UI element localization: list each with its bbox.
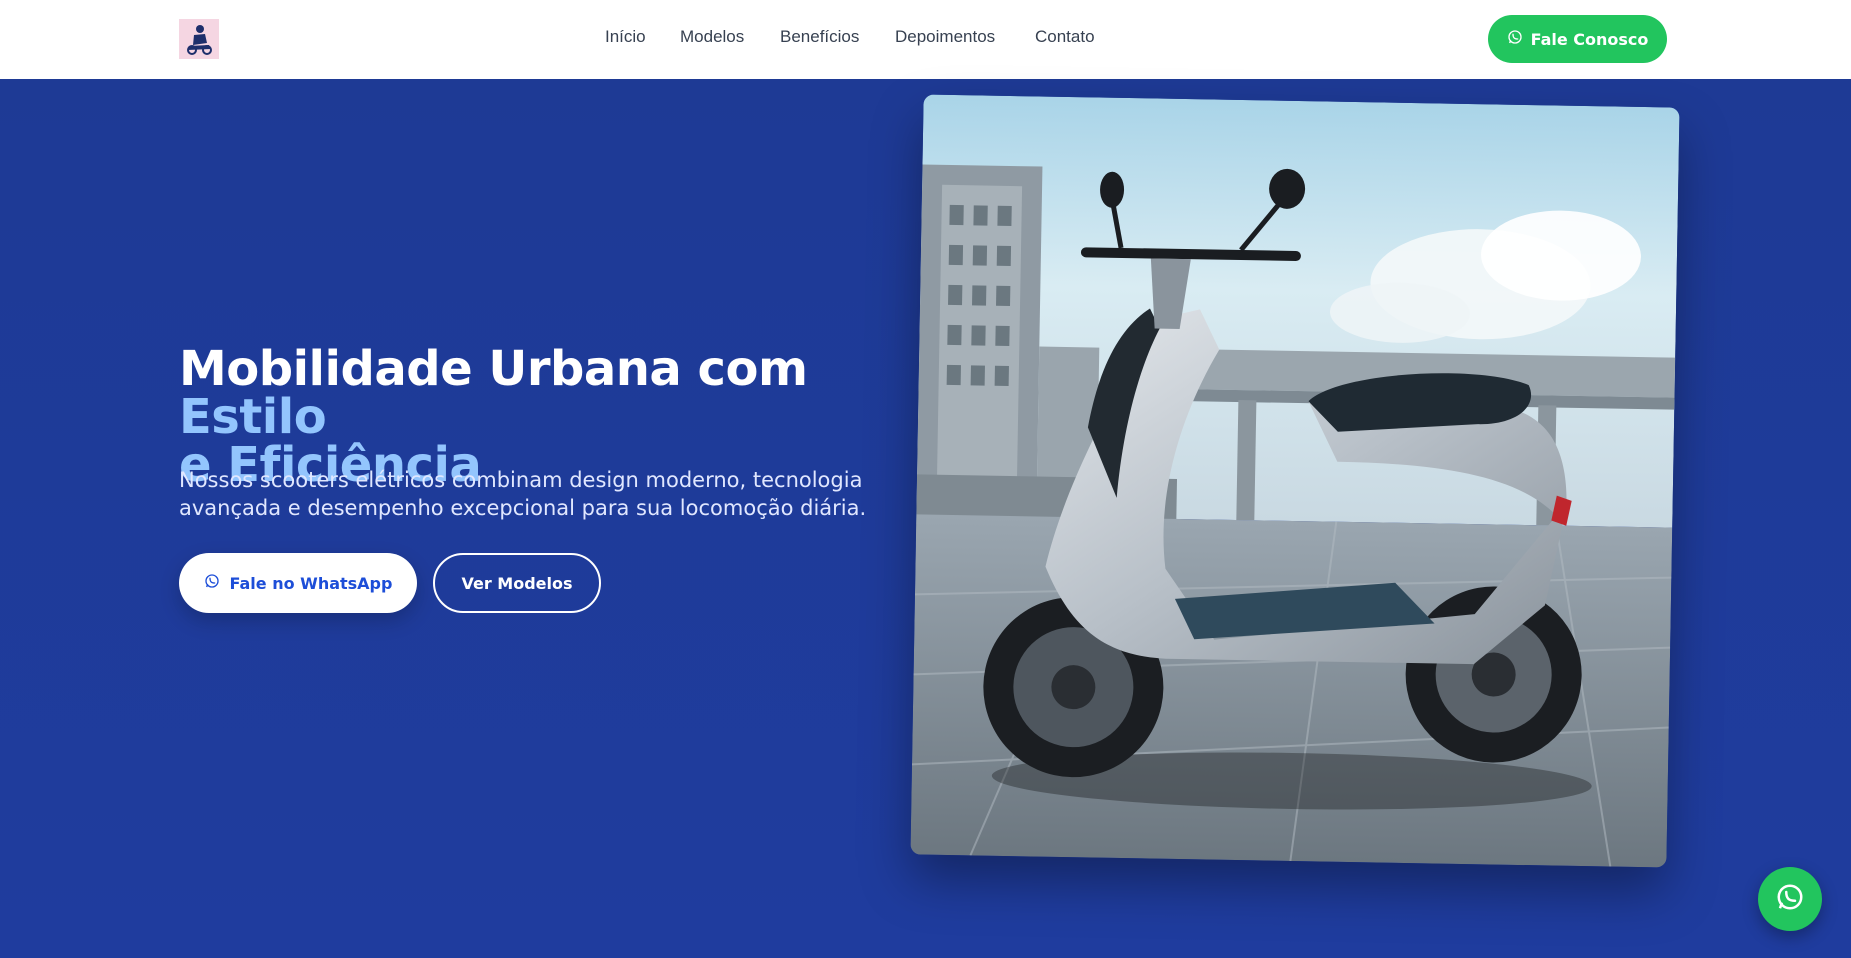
- floating-whatsapp-button[interactable]: [1758, 867, 1822, 931]
- nav-link-beneficios[interactable]: Benefícios: [780, 27, 859, 47]
- hero-image-card: [910, 94, 1680, 868]
- hero-section: Mobilidade Urbana com Estilo e Eficiênci…: [0, 79, 1851, 958]
- nav-link-contato[interactable]: Contato: [1035, 27, 1095, 47]
- nav-link-depoimentos[interactable]: Depoimentos: [895, 27, 995, 47]
- whatsapp-button[interactable]: Fale no WhatsApp: [179, 553, 417, 613]
- whatsapp-icon: [1507, 29, 1523, 49]
- whatsapp-button-label: Fale no WhatsApp: [229, 573, 393, 593]
- fale-conosco-label: Fale Conosco: [1530, 29, 1649, 49]
- nav-link-modelos[interactable]: Modelos: [680, 27, 744, 47]
- whatsapp-icon: [1775, 882, 1805, 916]
- fale-conosco-button[interactable]: Fale Conosco: [1488, 15, 1667, 63]
- site-header: Início Modelos Benefícios Depoimentos Co…: [0, 0, 1851, 79]
- ver-modelos-button[interactable]: Ver Modelos: [433, 553, 601, 613]
- scooter-image: [910, 94, 1680, 868]
- hero-subtitle: Nossos scooters elétricos combinam desig…: [179, 468, 867, 520]
- nav-link-inicio[interactable]: Início: [605, 27, 646, 47]
- ver-modelos-label: Ver Modelos: [461, 573, 573, 593]
- whatsapp-icon: [204, 573, 220, 593]
